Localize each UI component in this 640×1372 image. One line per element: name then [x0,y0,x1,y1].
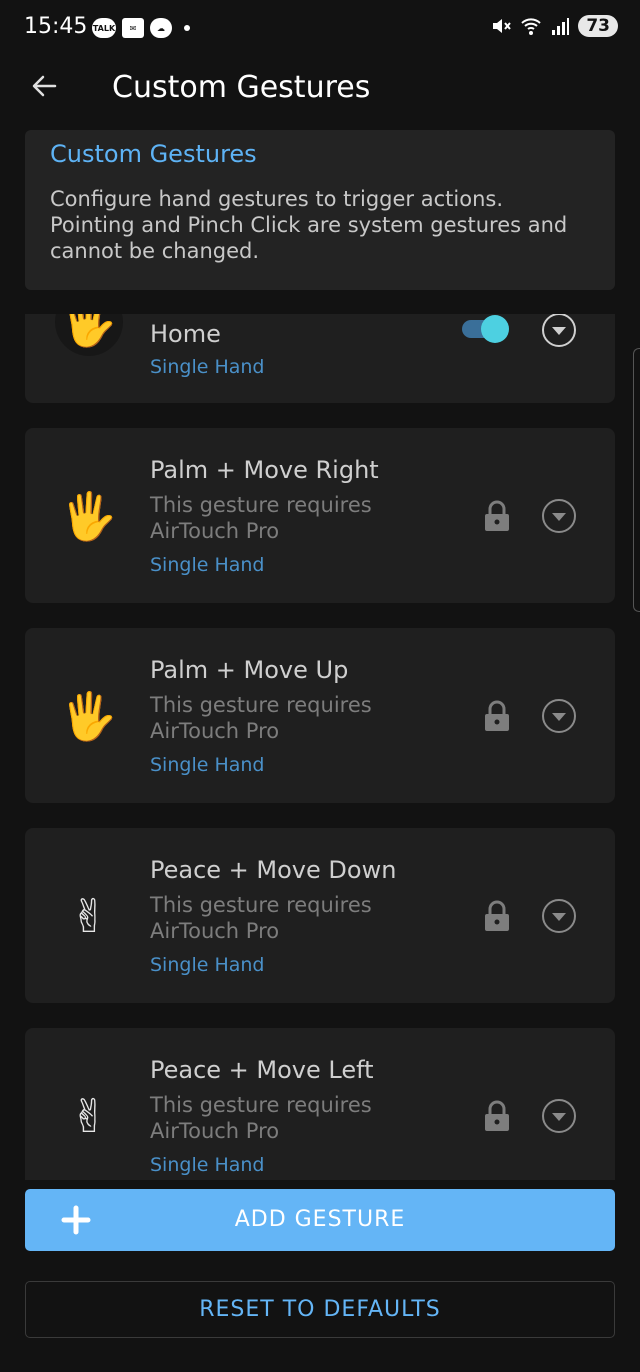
gesture-card-palm-move-up[interactable]: 🖐 Palm + Move Up This gesture requires A… [25,628,615,803]
status-right: 73 [490,15,618,37]
more-notifications-icon [184,25,190,31]
page-title: Custom Gestures [112,70,371,105]
peace-sign-icon: ✌ [69,1089,109,1143]
gesture-name: Palm + Move Right [150,456,379,484]
gesture-hand-type: Single Hand [150,754,265,776]
mail-icon: ✉ [122,18,144,38]
reset-to-defaults-button[interactable]: RESET TO DEFAULTS [25,1281,615,1338]
enable-toggle[interactable] [460,314,512,344]
talk-icon: TALK [92,18,116,38]
mute-icon [493,19,512,33]
back-arrow-icon[interactable] [28,70,60,102]
status-bar: 15:45 TALK ✉ ☁ 73 [0,0,640,56]
wifi-icon [521,18,542,35]
add-gesture-button[interactable]: ADD GESTURE [25,1189,615,1251]
info-description: Configure hand gestures to trigger actio… [50,187,568,263]
expand-icon[interactable] [541,898,577,934]
gesture-hand-type: Single Hand [150,554,265,576]
gesture-name: Peace + Move Left [150,1056,374,1084]
gesture-card-peace-move-left[interactable]: ✌ Peace + Move Left This gesture require… [25,1028,615,1180]
lock-icon [485,900,509,931]
expand-icon[interactable] [541,698,577,734]
scrollbar[interactable] [633,348,640,612]
gesture-card-home[interactable]: 🖐 Home Single Hand [25,314,615,403]
battery-indicator: 73 [578,15,618,37]
lock-icon [485,1100,509,1131]
palm-icon: 🖐 [60,688,118,743]
expand-icon[interactable] [541,314,577,348]
gesture-requirement: This gesture requires AirTouch Pro [150,1093,372,1143]
gesture-card-peace-move-down[interactable]: ✌ Peace + Move Down This gesture require… [25,828,615,1003]
gesture-name: Peace + Move Down [150,856,397,884]
gesture-name: Home [150,320,221,348]
notification-icons: TALK ✉ ☁ [92,18,190,38]
peace-sign-icon: ✌ [69,889,109,943]
info-card: Custom Gestures Configure hand gestures … [25,130,615,290]
info-title: Custom Gestures [50,140,257,168]
status-time: 15:45 [24,14,88,39]
cloud-icon: ☁ [150,18,172,38]
gesture-requirement: This gesture requires AirTouch Pro [150,493,372,543]
expand-icon[interactable] [541,498,577,534]
app-bar: Custom Gestures [0,56,640,124]
palm-icon: 🖐 [55,314,123,356]
palm-icon: 🖐 [60,488,118,543]
gesture-hand-type: Single Hand [150,1154,265,1176]
lock-icon [485,500,509,531]
lock-icon [485,700,509,731]
gesture-hand-type: Single Hand [150,954,265,976]
gesture-list[interactable]: 🖐 Home Single Hand 🖐 Palm + Move Right T… [0,314,640,1180]
reset-label: RESET TO DEFAULTS [199,1297,441,1322]
gesture-requirement: This gesture requires AirTouch Pro [150,893,372,943]
add-gesture-label: ADD GESTURE [234,1207,406,1232]
gesture-requirement: This gesture requires AirTouch Pro [150,693,372,743]
expand-icon[interactable] [541,1098,577,1134]
signal-icon [552,18,570,35]
gesture-card-palm-move-right[interactable]: 🖐 Palm + Move Right This gesture require… [25,428,615,603]
gesture-name: Palm + Move Up [150,656,349,684]
gesture-hand-type: Single Hand [150,356,265,378]
